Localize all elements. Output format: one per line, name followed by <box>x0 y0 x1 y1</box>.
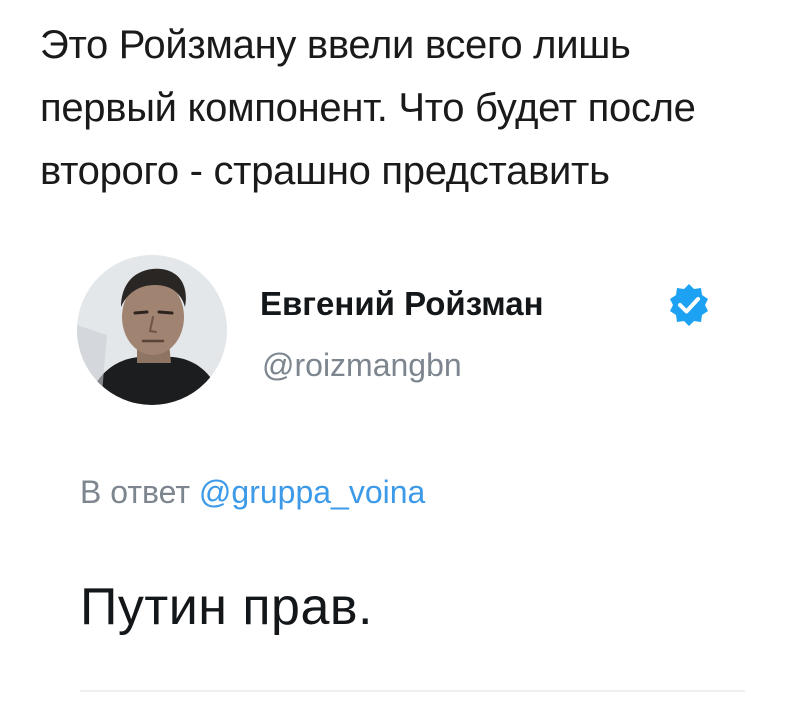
author-handle[interactable]: @roizmangbn <box>262 347 462 384</box>
caption-line: первый компонент. Что будет после <box>40 86 696 130</box>
avatar-photo <box>77 255 227 405</box>
avatar[interactable] <box>77 255 227 405</box>
reply-context: В ответ @gruppa_voina <box>80 474 425 511</box>
caption-line: второго - страшно представить <box>40 149 610 193</box>
reply-to-link[interactable]: @gruppa_voina <box>199 474 425 510</box>
author-display-name[interactable]: Евгений Ройзман <box>260 285 544 323</box>
reply-prefix: В ответ <box>80 474 191 510</box>
tweet-text: Путин прав. <box>80 578 373 636</box>
verified-badge-icon <box>670 284 708 326</box>
caption-line: Это Ройзману ввели всего лишь <box>40 23 631 67</box>
divider <box>80 690 745 692</box>
post-caption: Это Ройзману ввели всего лишь первый ком… <box>40 14 770 203</box>
